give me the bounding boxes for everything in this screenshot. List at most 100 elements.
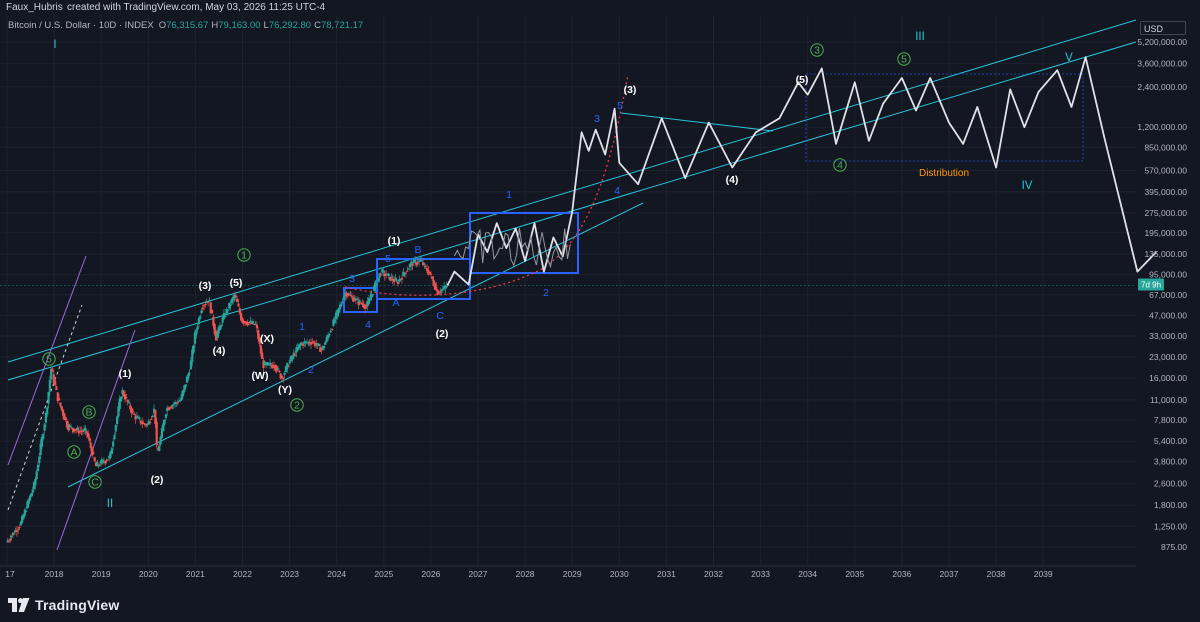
wave-label: 5	[617, 100, 623, 112]
candle-body	[407, 268, 410, 270]
open-label: O	[158, 20, 167, 31]
candle-body	[420, 260, 423, 262]
price-axis[interactable]: 5,200,000.00 3,600,000.00 2,400,000.00 1,20…	[1137, 37, 1187, 552]
candle-body	[98, 464, 102, 466]
currency-selector[interactable]: USD	[1140, 21, 1186, 35]
candle-body	[84, 427, 87, 432]
candle-body	[106, 459, 109, 461]
candle-body	[30, 493, 33, 497]
projection-path	[446, 56, 1157, 286]
candle-body	[31, 489, 34, 493]
candle-body	[327, 335, 330, 339]
candle-body	[47, 391, 50, 404]
candle-body	[199, 316, 202, 319]
candle-body	[328, 334, 331, 336]
x-tick-label: 2026	[421, 569, 440, 579]
candle-body	[55, 386, 58, 391]
wave-label: 4	[614, 185, 620, 197]
tradingview-brand-text: TradingView	[35, 597, 120, 613]
y-tick-label: 23,000.00	[1149, 352, 1187, 362]
x-tick-label: 2028	[516, 569, 535, 579]
x-tick-label: 2034	[798, 569, 817, 579]
candle-body	[390, 276, 393, 278]
candle-body	[64, 417, 67, 421]
candle-body	[155, 421, 158, 445]
candle-body	[323, 346, 326, 348]
wave-label: 2	[543, 287, 549, 299]
y-tick-label: 195,000.00	[1144, 228, 1187, 238]
candle-body	[151, 415, 154, 417]
y-tick-label: 5,400.00	[1154, 436, 1187, 446]
candle-body	[394, 278, 397, 281]
candle-body	[404, 272, 408, 274]
candle-body	[340, 303, 343, 307]
candle-body	[445, 285, 448, 287]
wave-label: 4	[837, 160, 843, 172]
y-tick-label: 1,250.00	[1154, 521, 1187, 531]
candle-body	[57, 398, 61, 401]
candle-body	[341, 302, 344, 304]
time-axis[interactable]: 17 2018 2019 2020 2021 2022 2023 2024 2025 2026 20…	[5, 569, 1053, 579]
x-tick-label: 17	[5, 569, 15, 579]
candle-body	[15, 530, 18, 532]
candle-body	[333, 319, 336, 323]
author-name: Faux_Hubris	[6, 2, 63, 13]
candle-body	[93, 457, 96, 462]
candle-body	[276, 368, 280, 370]
candle-body	[200, 310, 203, 314]
wave-label: 1	[506, 189, 512, 201]
candle-body	[179, 400, 182, 402]
candle-body	[358, 300, 361, 302]
candle-body	[254, 323, 257, 325]
wave-label: (1)	[119, 368, 132, 380]
price-chart[interactable]: IIIIIIIVV123455ABC(1)(2)(3)(4)(5)(X)(W)(…	[0, 0, 1200, 622]
candle-body	[237, 303, 240, 307]
x-tick-label: 2020	[139, 569, 158, 579]
wave-label: (2)	[151, 474, 164, 486]
ohlc-legend: Bitcoin / U.S. Dollar · 10D · INDEX O76,3…	[8, 20, 366, 31]
candle-body	[439, 291, 442, 293]
wave-label: 3	[594, 113, 600, 125]
candle-body	[10, 536, 13, 538]
candle-body	[131, 410, 135, 413]
candle-body	[89, 442, 92, 448]
candle-body	[35, 471, 38, 480]
candle-body	[9, 538, 12, 541]
y-tick-label: 5,200,000.00	[1137, 37, 1187, 47]
candle-body	[178, 401, 181, 403]
symbol-title[interactable]: Bitcoin / U.S. Dollar · 10D · INDEX	[8, 20, 154, 31]
candle-body	[226, 310, 229, 312]
candle-body	[342, 297, 346, 300]
candle-body	[429, 273, 433, 275]
candle-body	[187, 373, 190, 379]
close-value: 78,721.17	[320, 20, 364, 31]
candle-body	[423, 263, 426, 265]
wave-label: III	[915, 31, 925, 43]
candle-body	[134, 415, 137, 420]
x-tick-label: 2033	[751, 569, 770, 579]
wave-label: 4	[365, 319, 371, 331]
wave-label: B	[414, 244, 421, 256]
y-tick-label: 47,000.00	[1149, 310, 1187, 320]
y-tick-label: 2,400,000.00	[1137, 82, 1187, 92]
candle-body	[363, 304, 367, 309]
wave-label: (Y)	[278, 384, 292, 396]
candle-body	[377, 277, 380, 282]
wave-label: V	[1065, 52, 1073, 64]
wave-label: (3)	[199, 280, 212, 292]
candle-body	[286, 362, 289, 370]
candle-body	[369, 297, 372, 301]
tradingview-logo[interactable]: TradingView	[8, 596, 119, 614]
candle-body	[278, 371, 281, 373]
candle-body	[176, 402, 179, 404]
candle-body	[431, 276, 434, 280]
candle-body	[59, 402, 62, 407]
candle-body	[208, 299, 211, 301]
candle-body	[18, 526, 21, 528]
candle-body	[379, 274, 382, 276]
candle-body	[220, 325, 223, 327]
candle-body	[158, 445, 161, 452]
wave-label: 2	[294, 400, 300, 412]
wave-label: (W)	[252, 370, 269, 382]
wave-label: (3)	[624, 84, 637, 96]
